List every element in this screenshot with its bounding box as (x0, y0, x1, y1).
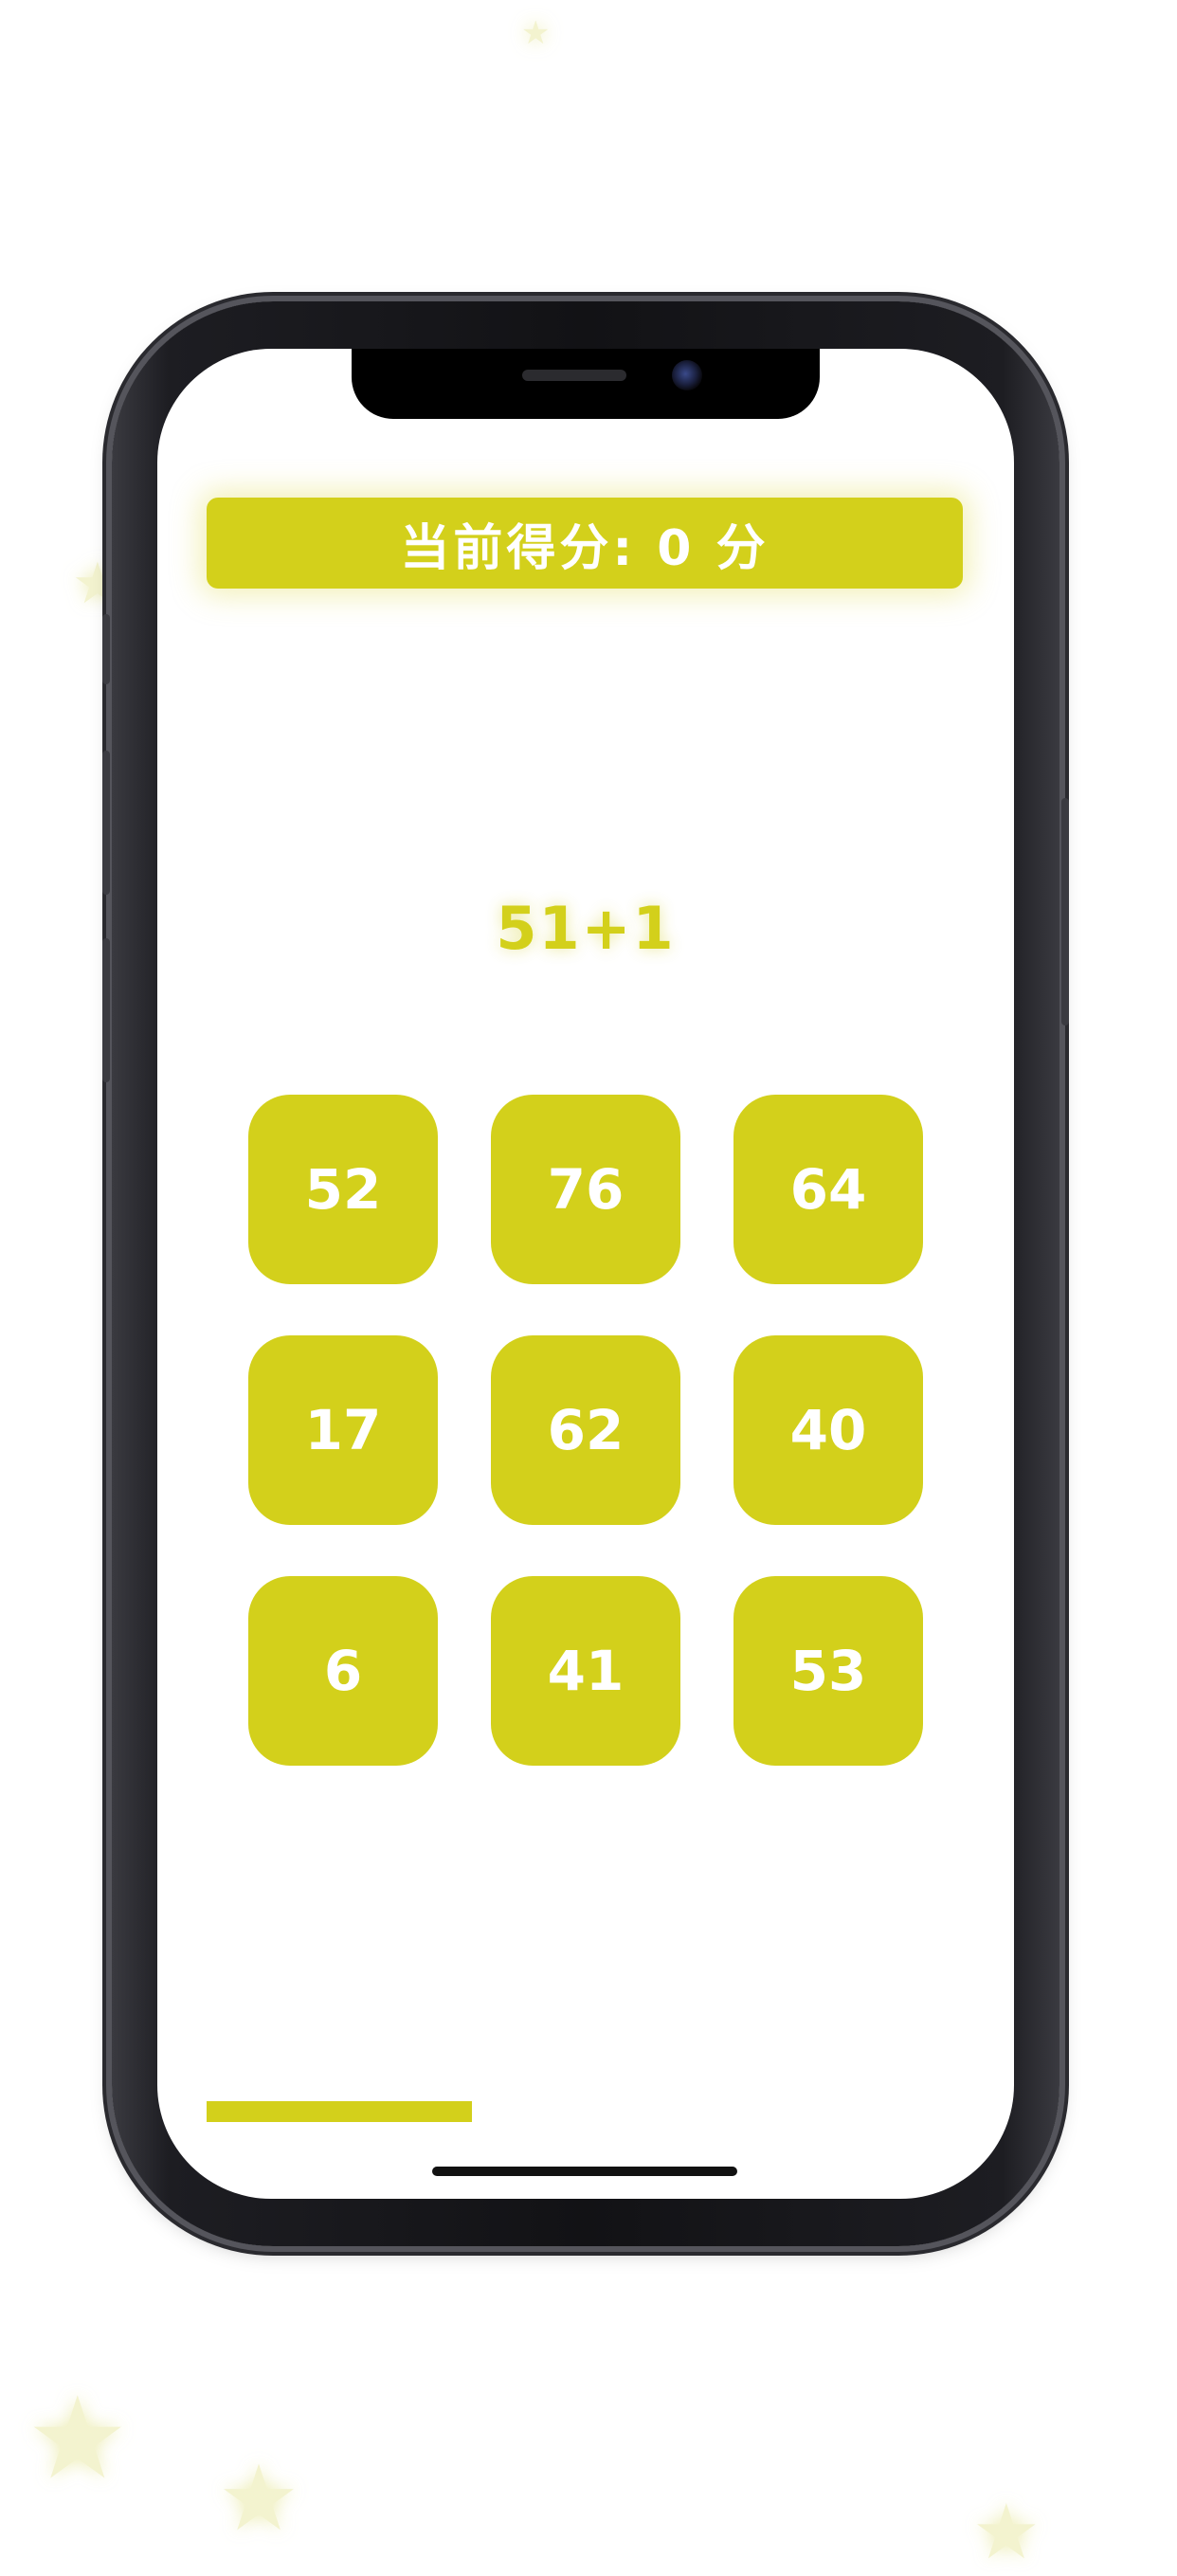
score-banner: 当前得分: 0 分 (207, 498, 963, 589)
answer-tile[interactable]: 40 (733, 1335, 923, 1525)
score-text: 当前得分: 0 分 (400, 519, 770, 577)
volume-down-button (102, 938, 110, 1082)
timer-progress-bar (207, 2101, 965, 2122)
star-decoration-icon: ★ (27, 2373, 129, 2505)
power-button (1061, 798, 1069, 1025)
answer-tile[interactable]: 17 (248, 1335, 438, 1525)
question-text: 51+1 (496, 894, 676, 963)
star-decoration-icon: ★ (521, 14, 551, 52)
answer-grid: 52 76 64 17 62 40 6 41 53 (248, 1095, 923, 1766)
volume-up-button (102, 751, 110, 895)
answer-tile[interactable]: 76 (491, 1095, 680, 1284)
phone-frame: 当前得分: 0 分 51+1 52 76 64 17 62 40 6 41 53 (102, 301, 1069, 2246)
answer-tile[interactable]: 62 (491, 1335, 680, 1525)
notch (352, 349, 820, 419)
speaker-grille (522, 370, 626, 381)
answer-tile[interactable]: 52 (248, 1095, 438, 1284)
mute-switch (102, 614, 110, 684)
answer-tile[interactable]: 53 (733, 1576, 923, 1766)
answer-tile[interactable]: 6 (248, 1576, 438, 1766)
answer-tile[interactable]: 41 (491, 1576, 680, 1766)
timer-progress-fill (207, 2101, 472, 2122)
answer-tile[interactable]: 64 (733, 1095, 923, 1284)
front-camera-icon (672, 360, 702, 390)
screen: 当前得分: 0 分 51+1 52 76 64 17 62 40 6 41 53 (157, 349, 1014, 2199)
home-indicator[interactable] (432, 2167, 737, 2176)
star-decoration-icon: ★ (218, 2445, 300, 2551)
star-decoration-icon: ★ (972, 2488, 1041, 2576)
